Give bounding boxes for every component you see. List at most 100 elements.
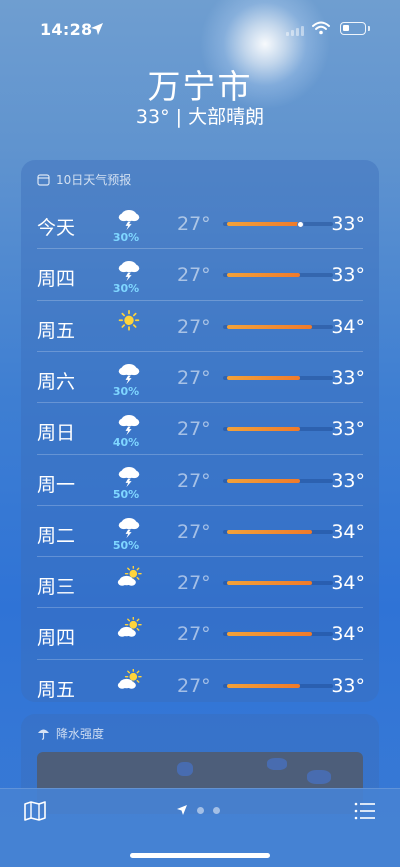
high-temp: 34° <box>331 572 365 595</box>
forecast-row[interactable]: 周四 27° 34° <box>37 607 365 658</box>
thunderstorm-icon <box>118 466 140 487</box>
high-temp: 33° <box>331 469 365 492</box>
battery-icon <box>340 22 370 35</box>
ten-day-forecast-card[interactable]: 10日天气预报 今天 30% 27° 33° 周四 30% 27° 33° 周五 27° 34° 周六… <box>21 160 379 702</box>
forecast-row[interactable]: 周日 40% 27° 33° <box>37 402 365 453</box>
precip-blip <box>177 762 193 776</box>
forecast-card-header: 10日天气预报 <box>37 171 131 188</box>
temp-range-bar <box>226 683 300 688</box>
temp-range-track <box>223 324 333 329</box>
low-temp: 27° <box>177 572 211 595</box>
forecast-row[interactable]: 今天 30% 27° 33° <box>37 197 365 248</box>
low-temp: 27° <box>177 674 211 697</box>
forecast-card-title: 10日天气预报 <box>56 173 132 187</box>
calendar-icon <box>37 174 50 186</box>
current-location-icon <box>177 805 187 815</box>
temp-range-track <box>223 220 333 228</box>
forecast-day: 周四 <box>37 627 76 650</box>
row-separator <box>37 607 363 609</box>
row-separator <box>37 299 363 301</box>
cellular-signal-icon <box>286 26 304 36</box>
temp-range-track <box>223 581 333 586</box>
precip-chance: 50% <box>112 487 140 501</box>
row-separator <box>37 402 363 404</box>
wifi-icon <box>312 21 330 35</box>
forecast-day: 周二 <box>37 524 76 547</box>
map-icon[interactable] <box>24 801 46 821</box>
row-separator <box>37 248 363 250</box>
precip-chance: 50% <box>112 538 140 552</box>
temp-range-bar <box>226 529 313 534</box>
temp-range-track <box>223 375 333 380</box>
partly-cloudy-icon <box>117 617 142 638</box>
high-temp: 34° <box>331 520 365 543</box>
forecast-row[interactable]: 周三 27° 34° <box>37 556 365 607</box>
low-temp: 27° <box>177 469 211 492</box>
high-temp: 33° <box>331 418 365 441</box>
high-temp: 33° <box>331 213 365 235</box>
current-temp-dot <box>296 220 304 228</box>
precipitation-card-header: 降水强度 <box>37 725 104 742</box>
status-time: 14:28 <box>40 20 93 39</box>
row-separator <box>37 453 363 455</box>
low-temp: 27° <box>177 623 211 646</box>
city-name: 万宁市 <box>147 67 253 106</box>
temp-range-bar <box>226 324 313 329</box>
status-bar: 14:28 <box>0 0 400 50</box>
page-indicator[interactable] <box>176 804 220 816</box>
page-dot <box>213 806 220 814</box>
low-temp: 27° <box>177 366 211 389</box>
current-summary: 33° | 大部晴朗 <box>135 106 265 128</box>
forecast-day: 周四 <box>37 268 76 291</box>
thunderstorm-icon <box>118 517 140 538</box>
temp-range-track <box>223 632 333 637</box>
thunderstorm-icon <box>118 210 140 231</box>
high-temp: 34° <box>331 315 365 338</box>
thunderstorm-icon <box>118 363 140 385</box>
precip-chance: 30% <box>112 282 140 296</box>
temp-range-bar <box>226 581 313 586</box>
temp-range-bar <box>226 222 300 226</box>
precipitation-card-title: 降水强度 <box>56 727 105 741</box>
temp-range-bar <box>226 427 300 432</box>
bottom-toolbar <box>0 788 400 867</box>
forecast-day: 今天 <box>37 217 76 239</box>
forecast-day: 周六 <box>37 370 76 393</box>
forecast-day: 周三 <box>37 576 76 599</box>
city-list-icon[interactable] <box>354 802 376 820</box>
forecast-day: 周五 <box>37 319 76 342</box>
forecast-row[interactable]: 周五 27° 34° <box>37 299 365 351</box>
forecast-row[interactable]: 周五 27° 33° <box>37 658 365 710</box>
temp-range-bar <box>226 273 300 278</box>
low-temp: 27° <box>177 315 211 338</box>
forecast-row[interactable]: 周一 50% 27° 33° <box>37 453 365 505</box>
low-temp: 27° <box>177 213 211 235</box>
sun-icon <box>118 309 140 331</box>
forecast-row[interactable]: 周四 30% 27° 33° <box>37 248 365 299</box>
low-temp: 27° <box>177 520 211 543</box>
forecast-day: 周一 <box>37 473 76 496</box>
high-temp: 33° <box>331 366 365 389</box>
temp-range-track <box>223 478 333 483</box>
umbrella-icon <box>38 729 49 740</box>
forecast-day: 周日 <box>37 422 76 445</box>
row-separator <box>37 556 363 558</box>
precip-chance: 40% <box>112 436 140 450</box>
partly-cloudy-icon <box>117 566 142 586</box>
low-temp: 27° <box>177 418 211 441</box>
temp-range-bar <box>226 375 300 380</box>
high-temp: 33° <box>331 264 365 287</box>
precip-chance: 30% <box>112 231 140 244</box>
temp-range-bar <box>226 478 300 483</box>
row-separator <box>37 504 363 506</box>
temp-range-bar <box>226 632 313 637</box>
forecast-row[interactable]: 周二 50% 27° 34° <box>37 504 365 556</box>
thunderstorm-icon <box>118 415 140 436</box>
temp-range-track <box>223 529 333 534</box>
temp-range-track <box>223 273 333 278</box>
partly-cloudy-icon <box>117 668 142 689</box>
forecast-row[interactable]: 周六 30% 27° 33° <box>37 350 365 402</box>
row-separator <box>37 350 363 352</box>
page-dot <box>197 806 204 814</box>
row-separator <box>37 658 363 660</box>
